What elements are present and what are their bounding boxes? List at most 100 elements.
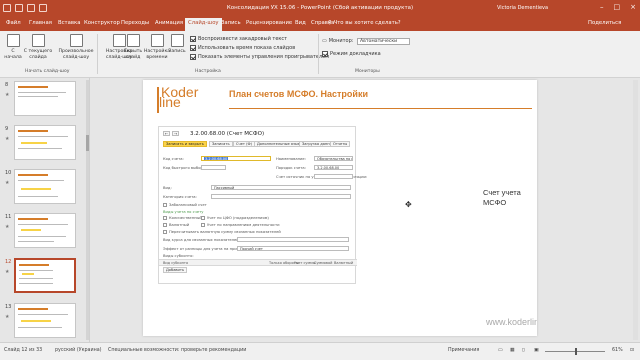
thumb-line	[18, 241, 54, 242]
category-label: Категория счета:	[163, 195, 197, 199]
slideshow-view-icon[interactable]: ▣	[534, 348, 539, 353]
slide-canvas[interactable]: Koder line План счетов МСФО. Настройки ← …	[143, 80, 537, 336]
slide-thumbnail-selected[interactable]	[14, 258, 76, 293]
code-label: Код счета:	[163, 157, 184, 161]
account-f-button[interactable]: Счет (Ф)	[233, 141, 255, 147]
quick-code-input[interactable]	[201, 165, 226, 170]
quantity-checkbox[interactable]: Количественный	[163, 216, 202, 220]
title-underline	[229, 108, 532, 109]
effect-select[interactable]: Прочий счет	[237, 246, 349, 251]
kind-select[interactable]: Пассивный	[211, 185, 351, 190]
play-current-icon	[31, 34, 45, 47]
thumb-number: 11	[5, 214, 12, 220]
tab-file[interactable]: Файл	[6, 20, 21, 26]
cfo-checkbox[interactable]: Учет по ЦФО (подразделениям)	[201, 216, 269, 220]
slide-thumbnail[interactable]	[14, 169, 76, 204]
presenter-view-checkbox[interactable]: Режим докладчика	[322, 51, 381, 57]
sorter-view-icon[interactable]: ▦	[510, 348, 515, 353]
zoom-level[interactable]: 61%	[612, 348, 623, 353]
revaluation-checkbox[interactable]: Пересчитывать валютную сумму связанных п…	[163, 230, 281, 234]
monitor-icon: ▭	[322, 38, 327, 44]
website-url: www.koderline.ru	[486, 317, 537, 327]
save-close-button[interactable]: Записать и закрыть	[163, 141, 207, 147]
user-name[interactable]: Victoria Dementieva	[497, 5, 548, 11]
add-subconto-button[interactable]: Добавить	[163, 267, 188, 273]
from-current-button[interactable]: С текущего слайда	[23, 34, 53, 60]
languages-button[interactable]: Дополнительные языки	[254, 141, 306, 147]
slide-side-text[interactable]: Счет учета МСФО	[483, 188, 521, 208]
show-media-controls-checkbox[interactable]: Показать элементы управления проигрывате…	[190, 54, 329, 60]
use-timings-checkbox[interactable]: Использовать время показа слайдов	[190, 45, 295, 51]
language-indicator[interactable]: русский (Украина)	[55, 348, 102, 353]
custom-show-button[interactable]: Произвольное слайд-шоу	[56, 34, 96, 60]
category-input[interactable]	[211, 194, 351, 199]
slide-thumbnail[interactable]	[14, 213, 76, 248]
back-arrow-icon[interactable]: ←	[163, 131, 170, 136]
code-input[interactable]: 3.2.00.68.00	[201, 156, 271, 161]
share-button[interactable]: Поделиться	[588, 20, 621, 26]
notes-button[interactable]: Примечания	[448, 348, 479, 353]
order-input[interactable]: 3.2.00.68.00	[314, 165, 353, 170]
save-button[interactable]: Записать	[209, 141, 233, 147]
reports-button[interactable]: Отчеты	[330, 141, 351, 147]
slide-thumbnail[interactable]	[14, 303, 76, 338]
reading-view-icon[interactable]: ▯	[522, 348, 525, 353]
close-icon[interactable]: ×	[630, 3, 636, 11]
checkbox-checked-icon	[190, 36, 196, 42]
checkbox-empty-icon	[201, 216, 205, 220]
offbalance-checkbox[interactable]: Забалансовый счет	[163, 203, 207, 207]
slide-scrollbar[interactable]	[633, 80, 638, 340]
code-value: 3.2.00.68.00	[204, 157, 229, 161]
tab-home[interactable]: Главная	[29, 20, 52, 26]
normal-view-icon[interactable]: ▭	[498, 348, 503, 353]
from-beginning-button[interactable]: С начала	[3, 34, 23, 60]
thumb-highlight	[21, 188, 51, 190]
group-label-start: Начать слайд-шоу	[25, 69, 70, 74]
minimize-icon[interactable]: –	[600, 3, 604, 11]
zoom-slider-handle[interactable]	[575, 348, 577, 355]
slide-title[interactable]: План счетов МСФО. Настройки	[229, 89, 368, 99]
tab-design[interactable]: Конструктор	[84, 20, 120, 26]
forward-arrow-icon[interactable]: →	[172, 131, 179, 136]
thumb-line	[18, 327, 62, 328]
tab-insert[interactable]: Вставка	[58, 20, 80, 26]
monitor-select[interactable]: Автоматически	[357, 38, 410, 45]
animation-star-icon: ★	[5, 269, 10, 275]
slide-thumbnail[interactable]	[14, 81, 76, 116]
tab-transitions[interactable]: Переходы	[121, 20, 149, 26]
thumb-line	[18, 92, 66, 93]
record-button[interactable]: Запись	[167, 34, 187, 55]
thumb-number: 12	[5, 259, 12, 265]
fit-to-window-icon[interactable]: ⊡	[630, 348, 634, 353]
tab-animation[interactable]: Анимация	[155, 20, 183, 26]
course-select[interactable]	[237, 237, 349, 242]
tab-record[interactable]: Запись	[221, 20, 241, 26]
animation-star-icon: ★	[5, 314, 10, 320]
thumb-heading	[18, 218, 48, 220]
thumbnails-scrollbar[interactable]	[86, 80, 89, 340]
side-text-line-2: МСФО	[483, 198, 507, 207]
name-input[interactable]: Обязательства по налогам	[314, 156, 353, 161]
account-form-screenshot[interactable]: ← → 3.2.00.68.00 (Счет МСФО) Записать и …	[158, 126, 367, 284]
accessibility-status[interactable]: Специальные возможности: проверьте реком…	[108, 348, 246, 353]
scrollbar-thumb[interactable]	[86, 135, 89, 151]
source-input[interactable]	[314, 174, 353, 179]
play-icon	[6, 34, 20, 47]
name-label: Наименование:	[276, 157, 306, 161]
ribbon: С начала С текущего слайда Произвольное …	[0, 31, 640, 78]
tab-review[interactable]: Рецензирование	[246, 20, 292, 26]
direction-checkbox[interactable]: Учет по направлениям деятельности	[201, 223, 280, 227]
thumb-highlight	[21, 320, 51, 322]
thumb-line	[18, 148, 62, 149]
zoom-slider[interactable]	[545, 348, 605, 355]
thumb-heading	[18, 174, 48, 176]
animation-star-icon: ★	[5, 136, 10, 142]
currency-checkbox[interactable]: Валютный	[163, 223, 189, 227]
tell-me-search[interactable]: ⚲ Что вы хотите сделать?	[328, 20, 401, 26]
tab-slideshow[interactable]: Слайд-шоу	[185, 18, 222, 31]
tab-view[interactable]: Вид	[295, 20, 306, 26]
checkbox-checked-icon	[322, 51, 328, 57]
maximize-icon[interactable]: □	[614, 3, 621, 11]
slide-thumbnail[interactable]	[14, 125, 76, 160]
play-narrations-checkbox[interactable]: Воспроизвести закадровый текст	[190, 36, 287, 42]
